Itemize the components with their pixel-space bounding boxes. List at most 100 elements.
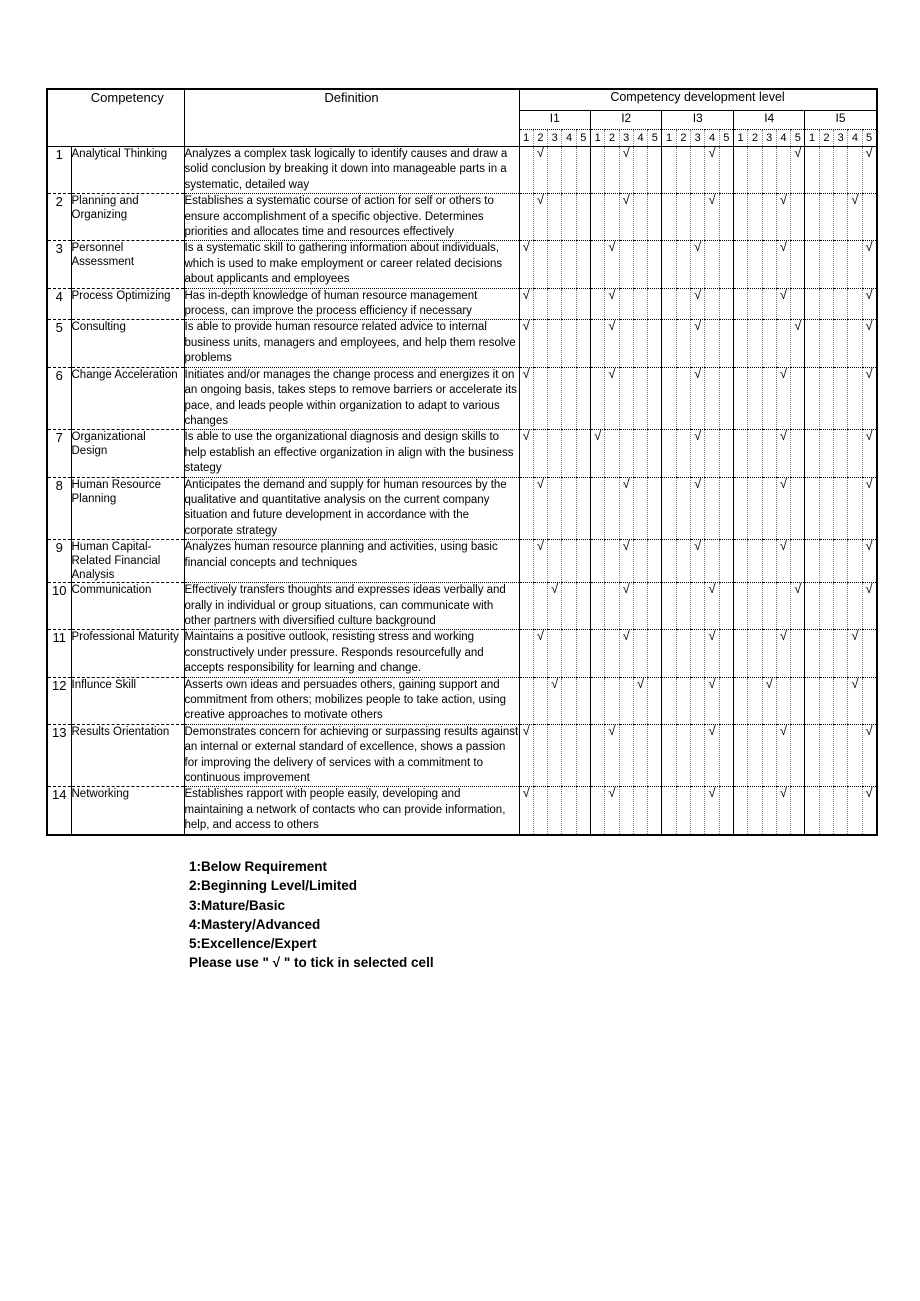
rating-cell-i3-1[interactable]: [661, 477, 677, 541]
rating-cell-i1-1[interactable]: √: [518, 786, 534, 835]
rating-cell-i1-3[interactable]: [547, 477, 562, 541]
rating-cell-i3-4[interactable]: [704, 367, 720, 431]
rating-cell-i4-2[interactable]: [747, 539, 763, 584]
rating-cell-i3-4[interactable]: [704, 477, 720, 541]
rating-cell-i1-2[interactable]: [532, 786, 548, 835]
rating-cell-i1-5[interactable]: [575, 677, 591, 725]
rating-cell-i4-2[interactable]: [747, 629, 763, 678]
rating-cell-i3-1[interactable]: [661, 539, 677, 584]
rating-cell-i3-2[interactable]: [675, 288, 691, 321]
rating-cell-i2-2[interactable]: √: [604, 240, 620, 289]
rating-cell-i1-2[interactable]: [532, 724, 548, 788]
rating-cell-i5-3[interactable]: [833, 539, 848, 584]
rating-cell-i4-2[interactable]: [747, 429, 763, 478]
rating-cell-i4-2[interactable]: [747, 582, 763, 631]
rating-cell-i5-4[interactable]: [847, 539, 863, 584]
rating-cell-i4-2[interactable]: [747, 786, 763, 835]
rating-cell-i3-2[interactable]: [675, 786, 691, 835]
rating-cell-i1-5[interactable]: [575, 629, 591, 678]
rating-cell-i3-1[interactable]: [661, 582, 677, 631]
rating-cell-i1-4[interactable]: [561, 724, 577, 788]
rating-cell-i4-2[interactable]: [747, 724, 763, 788]
rating-cell-i1-3[interactable]: [547, 724, 562, 788]
rating-cell-i5-5[interactable]: √: [861, 319, 877, 368]
rating-cell-i5-2[interactable]: [818, 146, 834, 195]
rating-cell-i4-5[interactable]: [790, 786, 805, 835]
rating-cell-i1-4[interactable]: [561, 429, 577, 478]
rating-cell-i2-5[interactable]: [647, 288, 662, 321]
rating-cell-i3-3[interactable]: √: [690, 477, 705, 541]
rating-cell-i3-2[interactable]: [675, 146, 691, 195]
rating-cell-i2-1[interactable]: [589, 582, 605, 631]
rating-cell-i3-1[interactable]: [661, 240, 677, 289]
rating-cell-i4-1[interactable]: [732, 477, 748, 541]
rating-cell-i5-4[interactable]: [847, 429, 863, 478]
rating-cell-i1-5[interactable]: [575, 724, 591, 788]
rating-cell-i1-3[interactable]: [547, 319, 562, 368]
rating-cell-i3-5[interactable]: [718, 786, 734, 835]
rating-cell-i1-4[interactable]: [561, 146, 577, 195]
rating-cell-i2-5[interactable]: [647, 240, 662, 289]
rating-cell-i4-5[interactable]: [790, 477, 805, 541]
rating-cell-i4-4[interactable]: √: [775, 724, 791, 788]
rating-cell-i4-2[interactable]: [747, 193, 763, 242]
rating-cell-i2-3[interactable]: [618, 677, 634, 725]
rating-cell-i5-1[interactable]: [804, 240, 820, 289]
rating-cell-i5-5[interactable]: √: [861, 429, 877, 478]
rating-cell-i5-4[interactable]: [847, 240, 863, 289]
rating-cell-i5-3[interactable]: [833, 288, 848, 321]
rating-cell-i2-1[interactable]: [589, 786, 605, 835]
rating-cell-i4-4[interactable]: √: [775, 240, 791, 289]
rating-cell-i3-4[interactable]: [704, 288, 720, 321]
rating-cell-i5-2[interactable]: [818, 288, 834, 321]
rating-cell-i3-2[interactable]: [675, 193, 691, 242]
rating-cell-i5-1[interactable]: [804, 477, 820, 541]
rating-cell-i3-3[interactable]: √: [690, 429, 705, 478]
rating-cell-i1-3[interactable]: [547, 429, 562, 478]
rating-cell-i1-3[interactable]: [547, 146, 562, 195]
rating-cell-i4-4[interactable]: √: [775, 539, 791, 584]
rating-cell-i2-2[interactable]: [604, 582, 620, 631]
rating-cell-i1-1[interactable]: [518, 477, 534, 541]
rating-cell-i2-4[interactable]: [632, 477, 648, 541]
rating-cell-i4-5[interactable]: [790, 193, 805, 242]
rating-cell-i3-2[interactable]: [675, 367, 691, 431]
rating-cell-i5-5[interactable]: √: [861, 367, 877, 431]
rating-cell-i4-2[interactable]: [747, 240, 763, 289]
rating-cell-i5-4[interactable]: √: [847, 629, 863, 678]
rating-cell-i3-3[interactable]: √: [690, 539, 705, 584]
rating-cell-i4-4[interactable]: √: [775, 786, 791, 835]
rating-cell-i3-3[interactable]: [690, 193, 705, 242]
rating-cell-i2-1[interactable]: [589, 319, 605, 368]
rating-cell-i5-1[interactable]: [804, 539, 820, 584]
rating-cell-i2-1[interactable]: [589, 146, 605, 195]
rating-cell-i1-3[interactable]: [547, 240, 562, 289]
rating-cell-i2-2[interactable]: [604, 477, 620, 541]
rating-cell-i2-5[interactable]: [647, 477, 662, 541]
rating-cell-i1-5[interactable]: [575, 288, 591, 321]
rating-cell-i4-3[interactable]: [761, 429, 777, 478]
rating-cell-i1-2[interactable]: [532, 582, 548, 631]
rating-cell-i2-4[interactable]: [632, 539, 648, 584]
rating-cell-i4-5[interactable]: [790, 367, 805, 431]
rating-cell-i2-2[interactable]: √: [604, 786, 620, 835]
rating-cell-i2-4[interactable]: [632, 319, 648, 368]
rating-cell-i3-2[interactable]: [675, 319, 691, 368]
rating-cell-i3-4[interactable]: √: [704, 786, 720, 835]
rating-cell-i5-1[interactable]: [804, 193, 820, 242]
rating-cell-i3-2[interactable]: [675, 429, 691, 478]
rating-cell-i3-5[interactable]: [718, 367, 734, 431]
rating-cell-i1-5[interactable]: [575, 240, 591, 289]
rating-cell-i2-4[interactable]: [632, 786, 648, 835]
rating-cell-i3-4[interactable]: √: [704, 582, 720, 631]
rating-cell-i3-5[interactable]: [718, 319, 734, 368]
rating-cell-i5-5[interactable]: √: [861, 146, 877, 195]
rating-cell-i4-5[interactable]: [790, 629, 805, 678]
rating-cell-i2-3[interactable]: √: [618, 582, 634, 631]
rating-cell-i2-4[interactable]: [632, 193, 648, 242]
rating-cell-i2-1[interactable]: √: [589, 429, 605, 478]
rating-cell-i3-5[interactable]: [718, 240, 734, 289]
rating-cell-i5-2[interactable]: [818, 429, 834, 478]
rating-cell-i3-5[interactable]: [718, 477, 734, 541]
rating-cell-i1-3[interactable]: √: [547, 582, 562, 631]
